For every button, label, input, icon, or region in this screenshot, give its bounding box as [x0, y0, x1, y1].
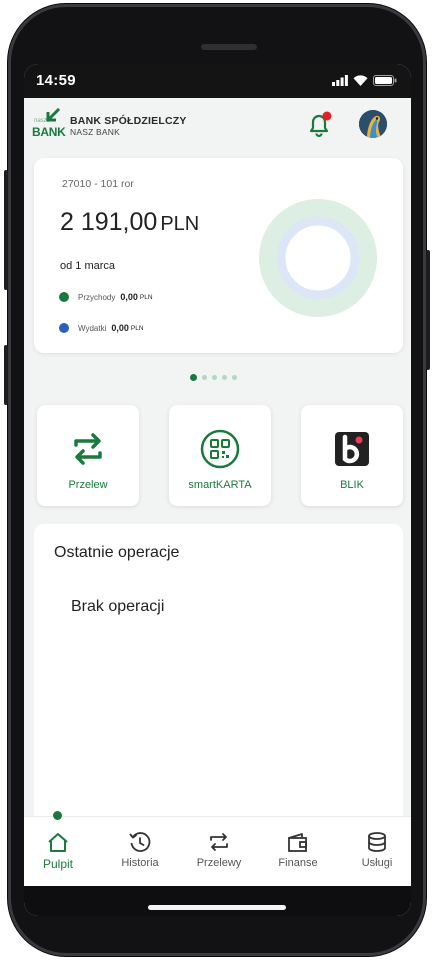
account-name: 27010 - 101 ror — [62, 178, 134, 190]
smartkarta-tile[interactable]: smartKARTA — [169, 405, 271, 506]
bottom-navigation: Pulpit Historia Przelewy Finanse Usługi — [24, 811, 411, 887]
volume-up-button — [4, 170, 8, 290]
nav-item-uslugi[interactable]: Usługi — [345, 831, 409, 869]
income-row: Przychody 0,00 PLN — [59, 292, 153, 302]
expense-label: Wydatki — [78, 323, 107, 333]
signal-icon — [332, 75, 348, 86]
income-value: 0,00 — [120, 292, 138, 302]
battery-icon — [373, 75, 397, 86]
transfer-icon — [74, 433, 102, 465]
nav-label-finanse: Finanse — [278, 857, 318, 869]
nav-item-historia[interactable]: Historia — [108, 831, 172, 869]
database-icon — [368, 832, 386, 852]
bank-subtitle: NASZ BANK — [70, 127, 120, 137]
logo-big-text: BANK — [32, 125, 66, 139]
account-card[interactable]: 27010 - 101 ror 2 191,00 PLN od 1 marca P… — [34, 158, 403, 353]
history-icon — [129, 832, 151, 852]
expense-value: 0,00 — [111, 323, 129, 333]
blik-tile-label: BLIK — [340, 479, 364, 491]
expense-dot — [59, 323, 69, 333]
account-balance: 2 191,00 PLN — [60, 208, 199, 237]
smartkarta-tile-label: smartKARTA — [188, 479, 252, 491]
bank-logo: nasz BANK — [32, 107, 68, 140]
volume-down-button — [4, 345, 8, 405]
nav-item-pulpit[interactable]: Pulpit — [26, 831, 90, 871]
income-dot — [59, 292, 69, 302]
donut-chart — [259, 199, 377, 317]
card-pager — [190, 374, 237, 381]
avatar[interactable] — [359, 110, 387, 138]
pager-dot[interactable] — [212, 375, 217, 380]
income-label: Przychody — [78, 292, 116, 302]
nav-item-finanse[interactable]: Finanse — [266, 831, 330, 869]
status-bar: 14:59 — [24, 64, 411, 98]
recent-operations-card: Ostatnie operacje Brak operacji — [34, 524, 403, 824]
blik-icon — [335, 432, 369, 466]
power-button — [426, 250, 430, 370]
income-currency: PLN — [139, 293, 153, 301]
status-time: 14:59 — [36, 72, 76, 89]
pager-dot[interactable] — [190, 374, 197, 381]
home-icon — [48, 833, 68, 852]
notifications-button[interactable] — [304, 109, 334, 144]
expense-currency: PLN — [130, 324, 144, 332]
transfers-icon — [210, 833, 228, 851]
home-indicator[interactable] — [148, 905, 286, 910]
app-screen: 14:59 nasz BANK BANK SPÓŁDZIELCZY NASZ B… — [24, 64, 411, 916]
bank-name: BANK SPÓŁDZIELCZY — [70, 115, 187, 127]
qr-code-icon — [200, 429, 240, 469]
nav-label-pulpit: Pulpit — [42, 857, 74, 871]
app-header: nasz BANK BANK SPÓŁDZIELCZY NASZ BANK — [24, 98, 411, 150]
transfer-tile-label: Przelew — [68, 479, 108, 491]
avatar-parrot-icon — [359, 110, 387, 138]
pager-dot[interactable] — [222, 375, 227, 380]
nav-label-historia: Historia — [121, 857, 159, 869]
expense-row: Wydatki 0,00 PLN — [59, 323, 144, 333]
wifi-icon — [353, 75, 368, 86]
gesture-bar-area — [24, 886, 411, 916]
pager-dot[interactable] — [202, 375, 207, 380]
active-tab-indicator — [53, 811, 62, 820]
nav-label-przelewy: Przelewy — [196, 857, 242, 869]
earpiece — [201, 44, 257, 50]
wallet-icon — [288, 833, 307, 852]
pager-dot[interactable] — [232, 375, 237, 380]
transfer-tile[interactable]: Przelew — [37, 405, 139, 506]
balance-currency: PLN — [160, 213, 200, 235]
nav-label-uslugi: Usługi — [361, 857, 393, 869]
blik-tile[interactable]: BLIK — [301, 405, 403, 506]
bell-icon — [309, 111, 332, 138]
status-icons — [332, 75, 397, 86]
period-label: od 1 marca — [60, 260, 116, 272]
nav-item-przelewy[interactable]: Przelewy — [187, 831, 251, 869]
recent-operations-title: Ostatnie operacje — [54, 544, 180, 561]
no-operations-text: Brak operacji — [71, 598, 165, 615]
balance-amount: 2 191,00 — [60, 208, 158, 236]
logo-small-text: nasz — [34, 118, 47, 124]
